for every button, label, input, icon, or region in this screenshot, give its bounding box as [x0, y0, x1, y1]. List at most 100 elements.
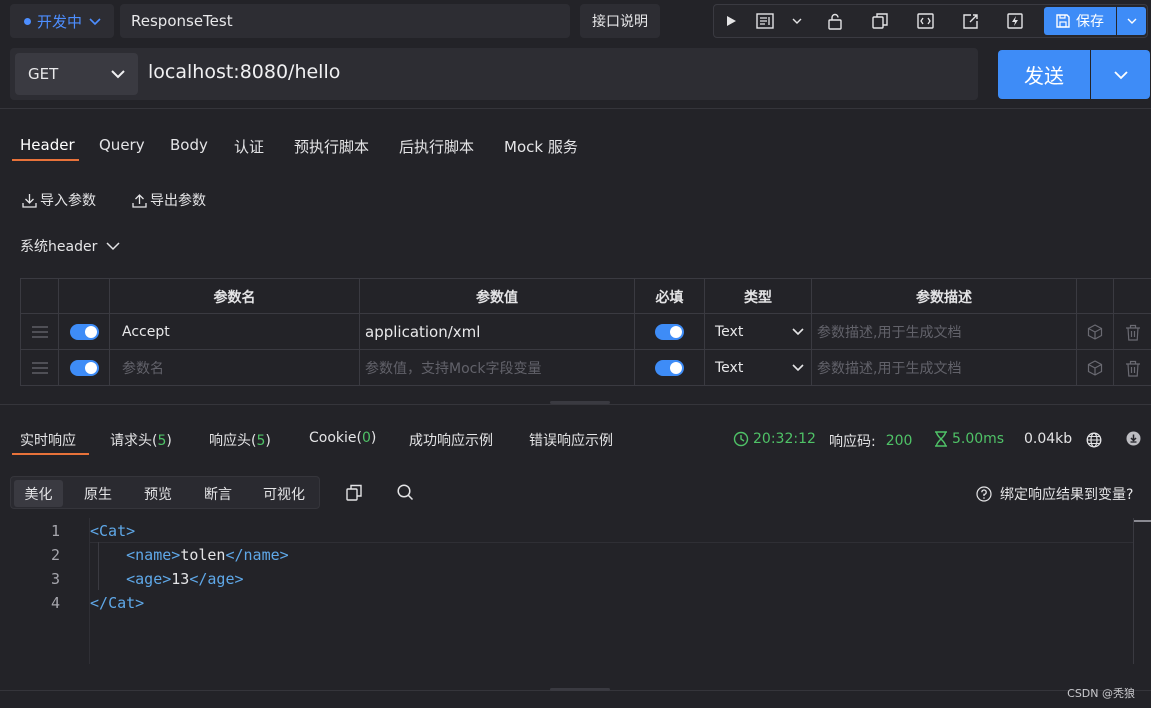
clock-icon [733, 431, 749, 447]
drag-handle-icon[interactable] [20, 350, 58, 386]
editor-scrollbar-track[interactable] [1133, 518, 1134, 664]
top-bar: 开发中 ResponseTest 接口说明 保存 [0, 0, 1151, 44]
tab-live-response[interactable]: 实时响应 [20, 430, 76, 450]
api-doc-button[interactable]: 接口说明 [580, 4, 660, 38]
type-value: Text [715, 324, 744, 340]
export-params-button[interactable]: 导出参数 [132, 190, 206, 210]
required-toggle[interactable] [634, 350, 704, 386]
param-name-header: 参数名 [109, 279, 359, 315]
tab-pre-script[interactable]: 预执行脚本 [294, 136, 369, 157]
system-header-toggle[interactable]: 系统header [20, 236, 121, 256]
param-value-input[interactable]: application/xml [359, 314, 634, 350]
method-selector[interactable]: GET [15, 53, 138, 95]
chevron-down-icon [88, 14, 102, 28]
download-icon[interactable] [1126, 431, 1141, 446]
tab-post-script[interactable]: 后执行脚本 [399, 136, 474, 157]
type-select[interactable]: Text [704, 350, 811, 386]
time-value: 20:32:12 [753, 431, 816, 447]
save-button[interactable]: 保存 [1044, 7, 1116, 35]
chevron-down-icon [791, 326, 805, 338]
cube-icon[interactable] [1076, 314, 1113, 350]
table-row: Accept application/xml Text 参数描述,用于生成文档 [20, 314, 1151, 350]
lock-icon[interactable] [820, 5, 850, 37]
tab-response-headers[interactable]: 响应头(5) [209, 430, 271, 450]
send-dropdown-button[interactable] [1091, 50, 1150, 99]
line-number: 3 [50, 570, 60, 588]
import-params-button[interactable]: 导入参数 [22, 190, 96, 210]
drag-column-header [20, 279, 58, 315]
tab-body[interactable]: Body [170, 136, 208, 154]
copy-icon[interactable] [865, 5, 895, 37]
resize-handle[interactable] [550, 688, 610, 691]
code-line: <age>13</age> [90, 570, 243, 588]
response-body-editor[interactable]: 1 <Cat> 2 <name>tolen</name> 3 <age>13</… [0, 518, 1151, 664]
save-dropdown-button[interactable] [1117, 7, 1146, 35]
copy-icon[interactable] [346, 484, 362, 501]
param-value-input[interactable]: 参数值，支持Mock字段变量 [359, 350, 634, 386]
resize-handle[interactable] [550, 401, 610, 404]
count-badge: 0 [361, 430, 371, 446]
view-mode-visualize[interactable]: 可视化 [251, 480, 317, 507]
line-number: 1 [50, 522, 60, 540]
search-icon[interactable] [397, 484, 414, 501]
required-toggle[interactable] [634, 314, 704, 350]
param-name-input[interactable]: 参数名 [109, 350, 359, 386]
tab-header[interactable]: Header [20, 136, 75, 154]
code-line: <name>tolen</name> [90, 546, 289, 564]
type-select[interactable]: Text [704, 314, 811, 350]
view-mode-beautify[interactable]: 美化 [14, 480, 63, 507]
code-icon[interactable] [910, 5, 940, 37]
watermark: CSDN @秃狼 [1067, 687, 1135, 700]
delete-icon[interactable] [1113, 314, 1151, 350]
tab-request-headers[interactable]: 请求头(5) [110, 430, 172, 450]
environment-selector[interactable]: 开发中 [10, 4, 114, 38]
bind-result-to-variable-link[interactable]: 绑定响应结果到变量? [976, 484, 1133, 504]
xml-tag: Cat [108, 594, 136, 612]
url-input[interactable]: localhost:8080/hello [148, 61, 340, 83]
type-header: 类型 [704, 279, 811, 315]
save-icon [1056, 14, 1070, 28]
action-column-header [1076, 279, 1113, 315]
table-row: 参数名 参数值，支持Mock字段变量 Text 参数描述,用于生成文档 [20, 350, 1151, 386]
view-mode-preview[interactable]: 预览 [131, 480, 185, 507]
share-icon[interactable] [955, 5, 985, 37]
flash-icon[interactable] [1000, 5, 1030, 37]
enable-toggle[interactable] [58, 350, 109, 386]
current-line-highlight [89, 542, 1134, 543]
delete-icon[interactable] [1113, 350, 1151, 386]
run-icon[interactable] [716, 5, 746, 37]
view-mode-raw[interactable]: 原生 [71, 480, 125, 507]
api-name-input[interactable]: ResponseTest [120, 4, 570, 38]
editor-scrollbar-thumb[interactable] [1134, 520, 1151, 522]
status-code: 响应码: 200 [829, 431, 912, 451]
active-tab-indicator [12, 453, 89, 455]
response-time: 20:32:12 [733, 431, 816, 447]
upload-icon [132, 193, 147, 208]
globe-icon[interactable] [1086, 432, 1102, 448]
tab-auth[interactable]: 认证 [234, 136, 264, 157]
active-tab-indicator [12, 159, 79, 161]
download-icon [22, 193, 37, 208]
param-value-header: 参数值 [359, 279, 634, 315]
tab-success-example[interactable]: 成功响应示例 [409, 430, 493, 450]
tab-mock-service[interactable]: Mock 服务 [504, 136, 578, 157]
duration-value: 5.00ms [952, 431, 1005, 447]
view-mode-assert[interactable]: 断言 [191, 480, 245, 507]
code-line: <Cat> [90, 522, 136, 540]
tab-error-example[interactable]: 错误响应示例 [529, 430, 613, 450]
enable-toggle[interactable] [58, 314, 109, 350]
system-header-label: 系统header [20, 239, 98, 255]
param-name-input[interactable]: Accept [109, 314, 359, 350]
chevron-down-icon[interactable] [782, 5, 812, 37]
send-button[interactable]: 发送 [998, 50, 1090, 99]
param-description-input[interactable]: 参数描述,用于生成文档 [811, 314, 1076, 350]
drag-handle-icon[interactable] [20, 314, 58, 350]
bind-link-label: 绑定响应结果到变量? [1000, 487, 1134, 503]
cube-icon[interactable] [1076, 350, 1113, 386]
tab-query[interactable]: Query [99, 136, 145, 154]
xml-tag: age [135, 570, 163, 588]
param-description-input[interactable]: 参数描述,用于生成文档 [811, 350, 1076, 386]
tab-cookie[interactable]: Cookie(0) [309, 430, 376, 446]
required-header: 必填 [634, 279, 704, 315]
doc-preview-icon[interactable] [750, 5, 780, 37]
